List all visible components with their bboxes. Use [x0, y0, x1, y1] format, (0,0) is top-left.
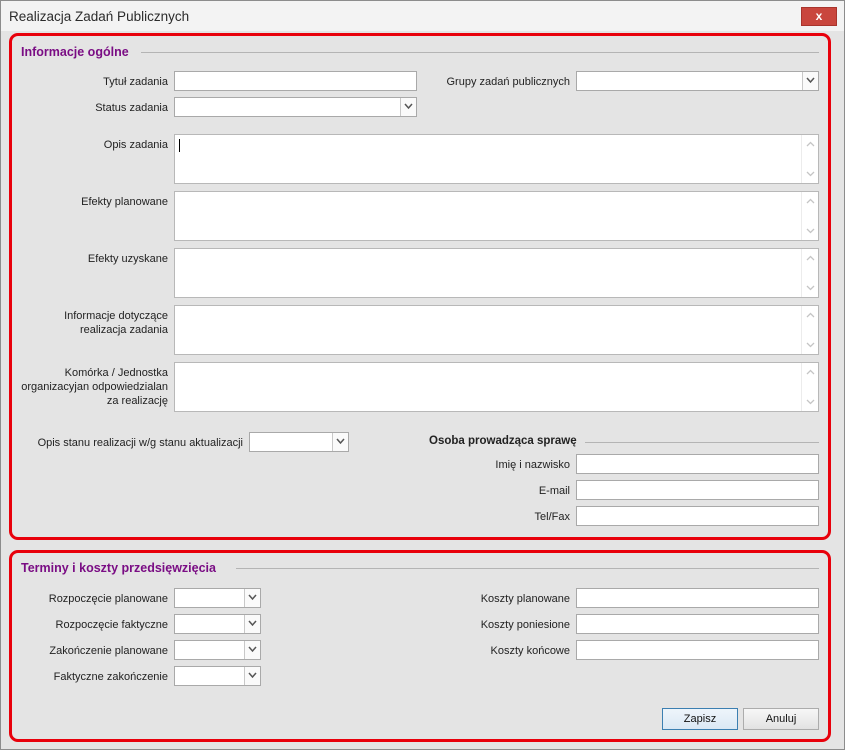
schedule-costs-title: Terminy i koszty przedsięwzięcia — [21, 561, 216, 575]
organizational-unit-label-line1: Komórka / Jednostka — [64, 367, 168, 379]
achieved-effects-textarea[interactable] — [174, 248, 819, 298]
planned-effects-textarea[interactable] — [174, 191, 819, 241]
scroll-down-icon[interactable] — [806, 340, 815, 349]
title-bar: Realizacja Zadań Publicznych x — [1, 1, 844, 31]
task-groups-select[interactable] — [576, 71, 819, 91]
planned-end-label: Zakończenie planowane — [49, 645, 168, 657]
implementation-info-scrollbar[interactable] — [801, 306, 818, 354]
chevron-down-icon — [248, 672, 257, 679]
planned-costs-label: Koszty planowane — [480, 593, 570, 605]
scroll-up-icon[interactable] — [806, 140, 815, 149]
achieved-effects-label: Efekty uzyskane — [87, 253, 168, 265]
window-title: Realizacja Zadań Publicznych — [9, 9, 190, 24]
scroll-down-icon[interactable] — [806, 226, 815, 235]
task-description-label: Opis zadania — [103, 139, 168, 151]
close-icon: x — [815, 9, 823, 23]
task-title-label: Tytuł zadania — [103, 76, 168, 88]
organizational-unit-label: Komórka / Jednostka organizacyjan odpowi… — [11, 366, 168, 408]
save-button[interactable]: Zapisz — [662, 708, 738, 730]
organizational-unit-label-line3: za realizację — [106, 395, 168, 407]
organizational-unit-scrollbar[interactable] — [801, 363, 818, 411]
final-costs-label: Koszty końcowe — [490, 645, 570, 657]
incurred-costs-input[interactable] — [576, 614, 819, 634]
scroll-down-icon[interactable] — [806, 397, 815, 406]
planned-end-picker[interactable] — [174, 640, 261, 660]
status-description-select[interactable] — [249, 432, 349, 452]
chevron-down-icon — [336, 438, 345, 445]
chevron-down-icon — [248, 594, 257, 601]
organizational-unit-textarea[interactable] — [174, 362, 819, 412]
contact-name-label: Imię i nazwisko — [495, 459, 570, 471]
actual-end-dropdown-button[interactable] — [244, 667, 260, 685]
task-status-select[interactable] — [174, 97, 417, 117]
planned-effects-label: Efekty planowane — [81, 196, 168, 208]
scroll-up-icon[interactable] — [806, 197, 815, 206]
text-cursor — [179, 139, 180, 152]
contact-email-label: E-mail — [538, 485, 570, 497]
implementation-info-label: Informacje dotyczące realizacja zadania — [21, 309, 168, 337]
scroll-up-icon[interactable] — [806, 368, 815, 377]
status-description-dropdown-button[interactable] — [332, 433, 348, 451]
task-groups-dropdown-button[interactable] — [802, 72, 818, 90]
task-groups-label: Grupy zadań publicznych — [446, 76, 570, 88]
scroll-up-icon[interactable] — [806, 311, 815, 320]
actual-start-picker[interactable] — [174, 614, 261, 634]
chevron-down-icon — [248, 646, 257, 653]
status-description-label: Opis stanu realizacji w/g stanu aktualiz… — [37, 437, 243, 449]
planned-effects-scrollbar[interactable] — [801, 192, 818, 240]
scroll-up-icon[interactable] — [806, 254, 815, 263]
actual-end-label: Faktyczne zakończenie — [53, 671, 168, 683]
planned-end-dropdown-button[interactable] — [244, 641, 260, 659]
implementation-info-textarea[interactable] — [174, 305, 819, 355]
contact-person-title: Osoba prowadząca sprawę — [429, 435, 577, 447]
chevron-down-icon — [806, 77, 815, 84]
implementation-info-label-line1: Informacje dotyczące — [64, 310, 168, 322]
general-info-title: Informacje ogólne — [21, 45, 129, 59]
incurred-costs-label: Koszty poniesione — [480, 619, 570, 631]
planned-costs-input[interactable] — [576, 588, 819, 608]
achieved-effects-scrollbar[interactable] — [801, 249, 818, 297]
chevron-down-icon — [248, 620, 257, 627]
contact-phone-input[interactable] — [576, 506, 819, 526]
actual-start-label: Rozpoczęcie faktyczne — [55, 619, 169, 631]
task-title-input[interactable] — [174, 71, 417, 91]
cancel-button[interactable]: Anuluj — [743, 708, 819, 730]
contact-person-divider — [585, 442, 819, 443]
planned-start-picker[interactable] — [174, 588, 261, 608]
contact-name-input[interactable] — [576, 454, 819, 474]
task-status-dropdown-button[interactable] — [400, 98, 416, 116]
actual-end-picker[interactable] — [174, 666, 261, 686]
schedule-costs-divider — [236, 568, 819, 569]
contact-email-input[interactable] — [576, 480, 819, 500]
actual-start-dropdown-button[interactable] — [244, 615, 260, 633]
chevron-down-icon — [404, 103, 413, 110]
task-description-textarea[interactable] — [174, 134, 819, 184]
final-costs-input[interactable] — [576, 640, 819, 660]
close-button[interactable]: x — [801, 7, 837, 26]
general-info-divider — [141, 52, 819, 53]
contact-phone-label: Tel/Fax — [534, 511, 570, 523]
scroll-down-icon[interactable] — [806, 283, 815, 292]
planned-start-label: Rozpoczęcie planowane — [48, 593, 168, 605]
planned-start-dropdown-button[interactable] — [244, 589, 260, 607]
scroll-down-icon[interactable] — [806, 169, 815, 178]
app-window: Realizacja Zadań Publicznych x Informacj… — [0, 0, 845, 750]
implementation-info-label-line2: realizacja zadania — [79, 324, 168, 336]
task-status-label: Status zadania — [95, 102, 168, 114]
task-description-scrollbar[interactable] — [801, 135, 818, 183]
organizational-unit-label-line2: organizacyjan odpowiedzialan — [21, 381, 168, 393]
